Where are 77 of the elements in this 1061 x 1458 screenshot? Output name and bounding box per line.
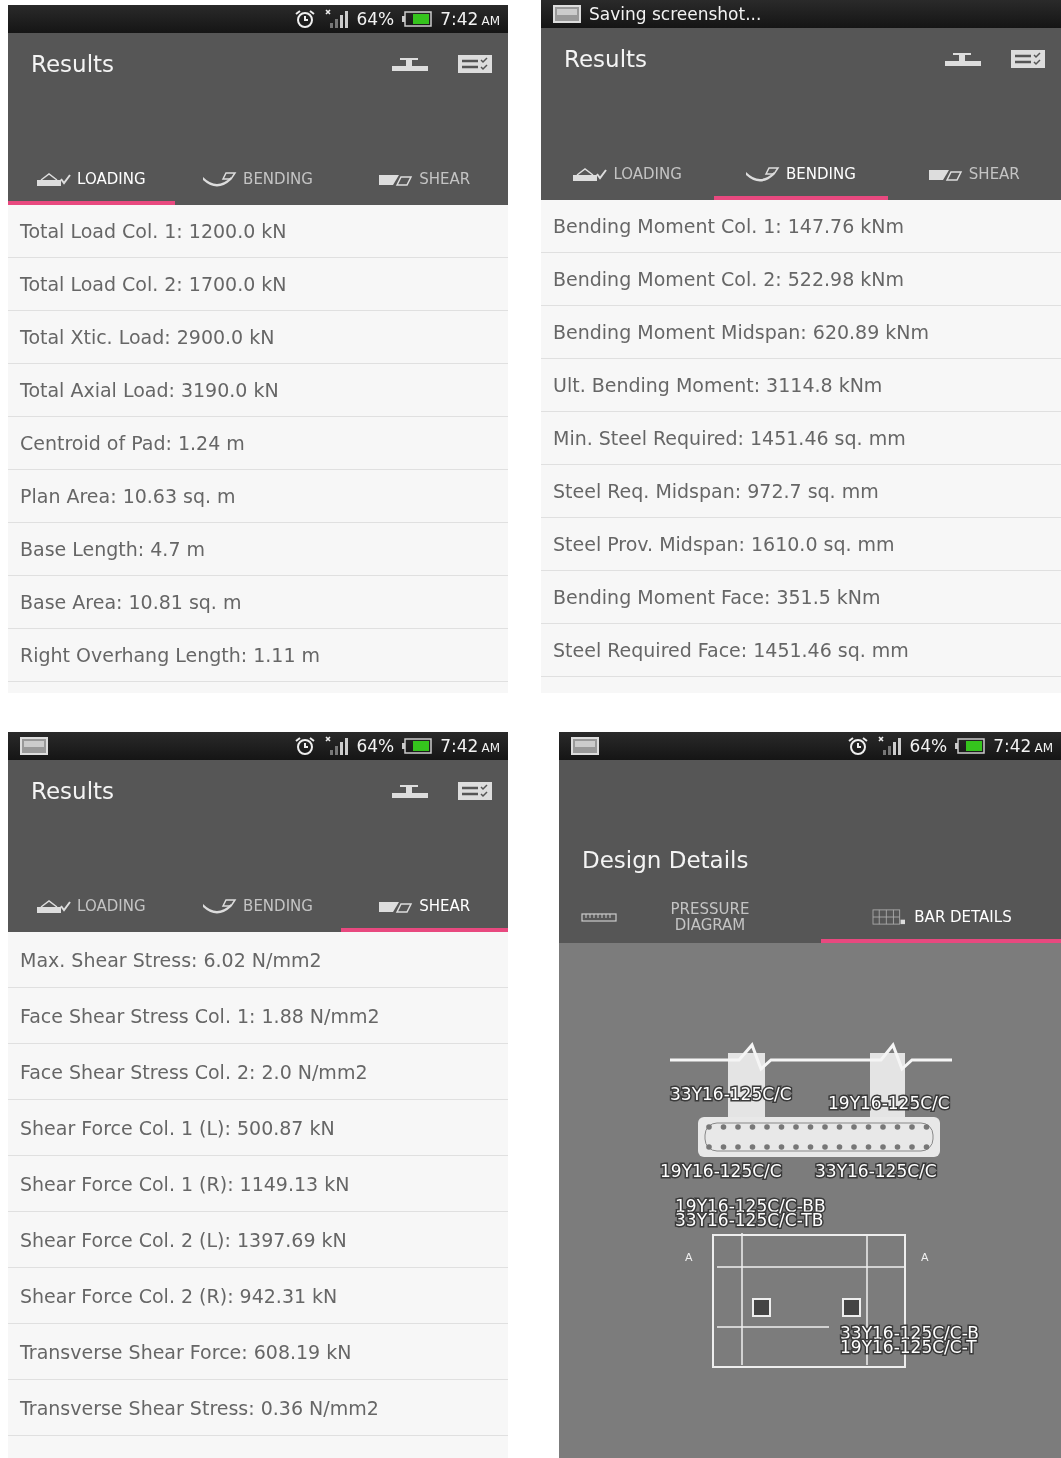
signal-icon <box>877 736 902 756</box>
bending-curve-icon <box>203 171 238 187</box>
tab[interactable]: SHEAR <box>341 884 508 932</box>
rebar-label: 19Y16-125C/C <box>660 1161 782 1181</box>
screen-title: Results <box>31 778 115 804</box>
screen-title: Design Details <box>582 847 749 873</box>
tab[interactable]: LOADING <box>8 884 175 932</box>
clock-time: 7:42 <box>440 9 479 29</box>
rebar-label: 33Y16-125C/C <box>815 1161 937 1181</box>
result-row: Shear Force Col. 1 (R): 1149.13 kN <box>8 1156 508 1212</box>
battery-icon <box>402 11 433 27</box>
screenshot-icon <box>553 5 581 23</box>
result-row: Transverse Shear Force: 608.19 kN <box>8 1324 508 1380</box>
battery-percent: 64% <box>909 736 948 756</box>
load-platform-icon <box>37 171 72 187</box>
tab[interactable]: BENDING <box>174 157 342 205</box>
footing-icon[interactable] <box>945 51 981 67</box>
signal-icon <box>324 736 349 756</box>
result-row: Bending Moment Col. 2: 522.98 kNm <box>541 253 1061 306</box>
checklist-icon[interactable] <box>458 55 492 73</box>
bending-curve-icon <box>203 898 238 914</box>
result-row: Bending Moment Midspan: 620.89 kNm <box>541 306 1061 359</box>
result-row: Shear Force Col. 2 (R): 942.31 kN <box>8 1268 508 1324</box>
result-row: Shear Force Col. 2 (L): 1397.69 kN <box>8 1212 508 1268</box>
result-row: Ult. Bending Moment: 3114.8 kNm <box>541 359 1061 412</box>
footing-icon[interactable] <box>392 56 428 72</box>
screen-title: Results <box>564 46 648 72</box>
result-row: Total Load Col. 2: 1700.0 kN <box>8 258 508 311</box>
result-row: Right Overhang Length: 1.11 m <box>8 629 508 682</box>
battery-percent: 64% <box>356 736 395 756</box>
bending-curve-icon <box>746 166 781 182</box>
clock-meridiem: AM <box>481 14 500 28</box>
alarm-icon <box>847 736 870 756</box>
result-row: Centroid of Pad: 1.24 m <box>8 417 508 470</box>
result-row: Transverse Shear Stress: 0.36 N/mm2 <box>8 1380 508 1436</box>
tab[interactable]: LOADING <box>541 152 715 200</box>
result-row: Steel Prov. Midspan: 1610.0 sq. mm <box>541 518 1061 571</box>
footing-icon[interactable] <box>392 783 428 799</box>
tab[interactable]: BENDING <box>174 884 342 932</box>
result-row: Shear Force Col. 1 (L): 500.87 kN <box>8 1100 508 1156</box>
tab[interactable]: LOADING <box>8 157 175 205</box>
section-mark: A <box>685 1251 693 1264</box>
result-row: Plan Area: 10.63 sq. m <box>8 470 508 523</box>
alarm-icon <box>294 9 317 29</box>
clock-meridiem: AM <box>1034 741 1053 755</box>
result-row: Steel Required Face: 1451.46 sq. mm <box>541 624 1061 677</box>
screen-title: Results <box>31 51 115 77</box>
result-row: Steel Req. Midspan: 972.7 sq. mm <box>541 465 1061 518</box>
tab[interactable]: SHEAR <box>887 152 1061 200</box>
checklist-icon[interactable] <box>458 782 492 800</box>
result-row: Base Area: 10.81 sq. m <box>8 576 508 629</box>
tab[interactable]: PRESSURE DIAGRAM <box>559 895 821 943</box>
result-row: Total Xtic. Load: 2900.0 kN <box>8 311 508 364</box>
result-row: Max. Shear Stress: 6.02 N/mm2 <box>8 932 508 988</box>
clock-time: 7:42 <box>993 736 1032 756</box>
alarm-icon <box>294 736 317 756</box>
notification-text: Saving screenshot... <box>589 4 762 24</box>
result-row: Face Shear Stress Col. 1: 1.88 N/mm2 <box>8 988 508 1044</box>
tab[interactable]: BENDING <box>714 152 888 200</box>
tab[interactable]: SHEAR <box>341 157 508 205</box>
result-row: Total Load Col. 1: 1200.0 kN <box>8 205 508 258</box>
load-platform-icon <box>37 898 72 914</box>
checklist-icon[interactable] <box>1011 50 1045 68</box>
battery-icon <box>955 738 986 754</box>
result-row: Bending Moment Face: 351.5 kNm <box>541 571 1061 624</box>
result-row: Face Shear Stress Col. 2: 2.0 N/mm2 <box>8 1044 508 1100</box>
battery-icon <box>402 738 433 754</box>
load-platform-icon <box>573 166 608 182</box>
result-row: Base Length: 4.7 m <box>8 523 508 576</box>
section-mark: A <box>921 1251 929 1264</box>
signal-icon <box>324 9 349 29</box>
result-row: Total Axial Load: 3190.0 kN <box>8 364 508 417</box>
clock-meridiem: AM <box>481 741 500 755</box>
battery-percent: 64% <box>356 9 395 29</box>
result-row: Min. Steel Required: 1451.46 sq. mm <box>541 412 1061 465</box>
clock-time: 7:42 <box>440 736 479 756</box>
result-row: Bending Moment Col. 1: 147.76 kNm <box>541 200 1061 253</box>
